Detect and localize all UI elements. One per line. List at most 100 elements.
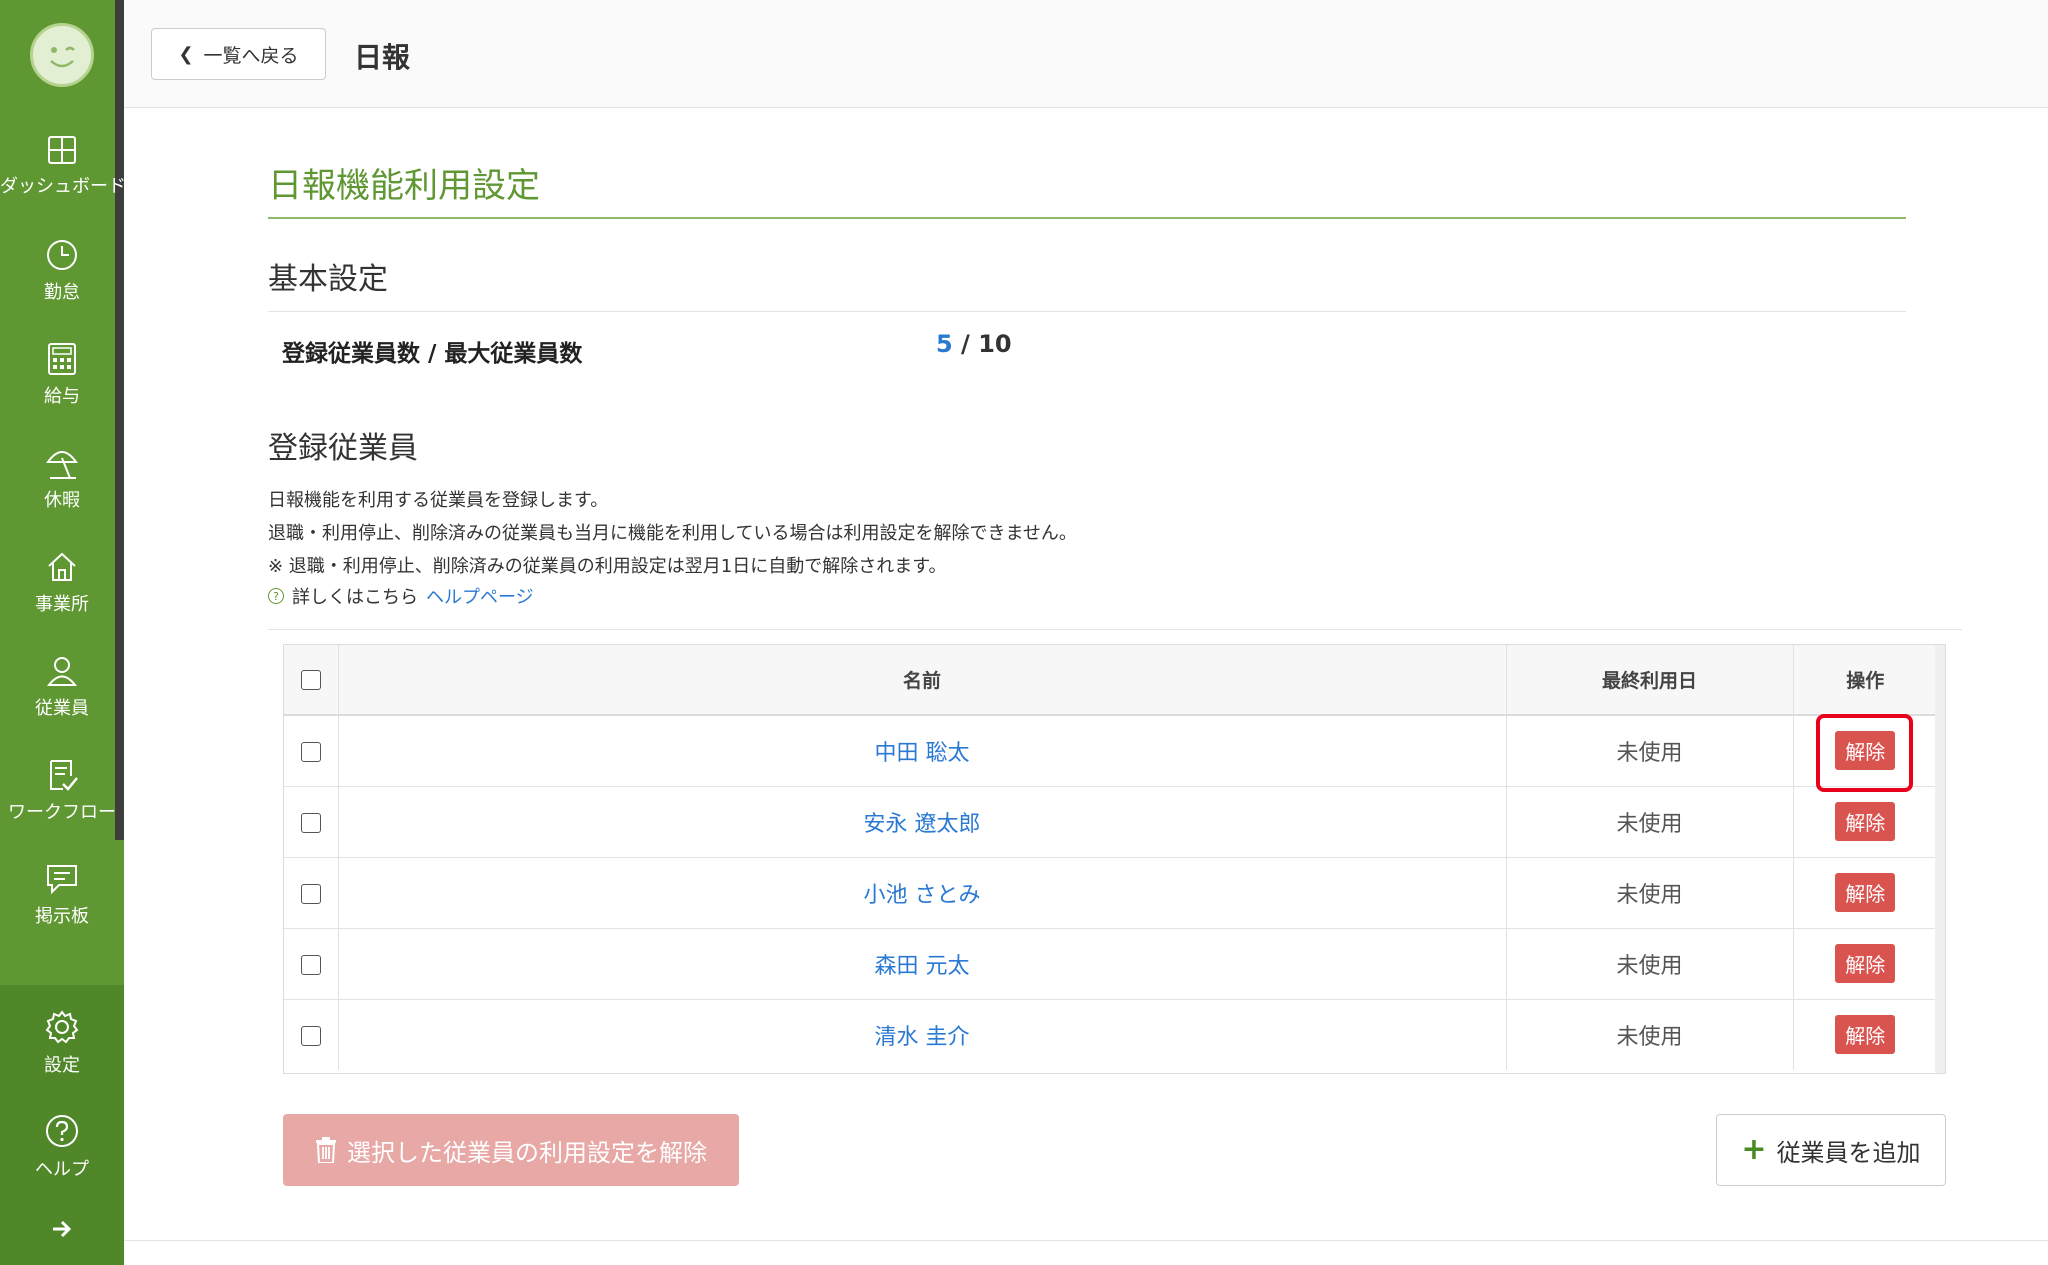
sidebar-item-settings[interactable]: 設定 (0, 1009, 124, 1077)
sidebar-item-board[interactable]: 掲示板 (0, 862, 124, 928)
last-used-value: 未使用 (1616, 1024, 1683, 1050)
back-to-list-button[interactable]: ❮ 一覧へ戻る (151, 28, 326, 80)
chat-icon (47, 865, 77, 895)
arrow-right-icon (53, 1220, 72, 1238)
header-title: 日報 (354, 41, 411, 74)
action-cell: 解除 (1793, 999, 1937, 1070)
row-checkbox[interactable] (300, 1026, 321, 1047)
employee-name-link[interactable]: 小池 さとみ (864, 883, 981, 908)
last-used-value: 未使用 (1616, 953, 1683, 979)
header-name: 名前 (338, 645, 1507, 716)
gear-icon (45, 1010, 79, 1044)
registered-employees-title: 登録従業員 (268, 431, 418, 466)
help-page-link[interactable]: ヘルプページ (426, 583, 534, 609)
table-row: 清水 圭介 未使用 解除 (284, 999, 1937, 1070)
row-select-cell (284, 715, 339, 787)
row-select-cell (284, 928, 339, 1000)
sidebar-item-payroll[interactable]: 給与 (0, 342, 124, 408)
sidebar-item-label: ワークフロー (8, 802, 116, 823)
employee-name-link[interactable]: 清水 圭介 (875, 1025, 970, 1050)
sidebar-item-label: 勤怠 (44, 282, 80, 303)
highlight-annotation (1816, 714, 1913, 792)
row-checkbox[interactable] (300, 742, 321, 763)
employee-table: 名前 最終利用日 操作 中田 聡太 未使用 解除 安永 遼太郎 未使用 解除 小… (283, 644, 1946, 1074)
remove-button[interactable]: 解除 (1835, 1015, 1896, 1055)
table-header-row: 名前 最終利用日 操作 (284, 645, 1937, 716)
row-checkbox[interactable] (300, 884, 321, 904)
employee-name-link[interactable]: 森田 元太 (875, 954, 970, 979)
page-header: ❮ 一覧へ戻る 日報 (124, 0, 2048, 108)
name-cell: 小池 さとみ (338, 857, 1507, 929)
sidebar-item-help[interactable]: ヘルプ (0, 1113, 124, 1181)
row-select-cell (284, 999, 339, 1070)
header-select-all[interactable] (284, 645, 339, 716)
table-scrollbar[interactable] (1935, 645, 1945, 1073)
table-row: 森田 元太 未使用 解除 (284, 928, 1937, 1000)
calculator-icon (48, 343, 76, 375)
employee-count-current: 5 (936, 330, 953, 358)
sidebar-item-office[interactable]: 事業所 (0, 550, 124, 616)
divider (268, 311, 1906, 312)
description-line-3: ※ 退職・利用停止、削除済みの従業員の利用設定は翌月1日に自動で解除されます。 (268, 556, 947, 577)
help-prefix: 詳しくはこちら (292, 587, 418, 608)
clock-icon (47, 240, 77, 270)
add-employee-button[interactable]: + 従業員を追加 (1716, 1114, 1946, 1186)
name-cell: 安永 遼太郎 (338, 786, 1507, 858)
sidebar-item-leave[interactable]: 休暇 (0, 446, 124, 512)
last-used-cell: 未使用 (1506, 928, 1794, 1000)
employee-count-label: 登録従業員数 / 最大従業員数 (282, 341, 583, 367)
employee-name-link[interactable]: 中田 聡太 (875, 741, 970, 766)
employee-name-link[interactable]: 安永 遼太郎 (864, 812, 981, 837)
sidebar-item-label: 設定 (44, 1055, 80, 1076)
row-checkbox[interactable] (300, 813, 321, 833)
remove-button[interactable]: 解除 (1835, 944, 1896, 983)
last-used-value: 未使用 (1616, 740, 1683, 766)
remove-button[interactable]: 解除 (1835, 873, 1896, 912)
sidebar-item-workflow[interactable]: ワークフロー (0, 758, 124, 824)
sidebar-item-label: 給与 (44, 386, 80, 407)
dashboard-icon (48, 136, 76, 164)
last-used-cell: 未使用 (1506, 999, 1794, 1070)
employee-count-max: 10 (978, 330, 1012, 358)
home-icon (48, 552, 76, 581)
table-row: 中田 聡太 未使用 解除 (284, 715, 1937, 787)
action-cell: 解除 (1793, 928, 1937, 1000)
sidebar-item-dashboard[interactable]: ダッシュボード (0, 134, 126, 198)
last-used-cell: 未使用 (1506, 715, 1794, 787)
description-line-2: 退職・利用停止、削除済みの従業員も当月に機能を利用している場合は利用設定を解除で… (268, 523, 1077, 544)
sidebar-expand-button[interactable] (0, 1219, 124, 1245)
document-check-icon (50, 760, 78, 791)
sidebar-item-attendance[interactable]: 勤怠 (0, 238, 124, 304)
row-checkbox[interactable] (300, 955, 321, 975)
back-button-label: 一覧へ戻る (203, 44, 299, 67)
select-all-checkbox[interactable] (300, 670, 321, 690)
bulk-remove-button[interactable]: 選択した従業員の利用設定を解除 (283, 1114, 739, 1186)
row-select-cell (284, 857, 339, 929)
table-row: 小池 さとみ 未使用 解除 (284, 857, 1937, 929)
page-title: 日報機能利用設定 (268, 166, 540, 206)
last-used-cell: 未使用 (1506, 786, 1794, 858)
help-icon (46, 1115, 78, 1147)
bulk-remove-label: 選択した従業員の利用設定を解除 (347, 1138, 707, 1167)
last-used-value: 未使用 (1616, 882, 1683, 908)
sidebar-item-label: 従業員 (35, 698, 89, 719)
sidebar-item-label: 休暇 (44, 490, 80, 511)
name-cell: 中田 聡太 (338, 715, 1507, 787)
basic-settings-title: 基本設定 (268, 262, 388, 297)
sidebar-item-label: ダッシュボード (0, 176, 126, 197)
parasol-icon (46, 451, 78, 479)
sidebar-item-employees[interactable]: 従業員 (0, 654, 124, 720)
table-row: 安永 遼太郎 未使用 解除 (284, 786, 1937, 858)
sidebar-item-label: 事業所 (35, 594, 89, 615)
title-divider (268, 217, 1906, 219)
header-last-used: 最終利用日 (1506, 645, 1794, 716)
row-select-cell (284, 786, 339, 858)
action-cell: 解除 (1793, 857, 1937, 929)
name-cell: 清水 圭介 (338, 999, 1507, 1070)
sidebar-item-label: 掲示板 (35, 906, 89, 927)
last-used-value: 未使用 (1616, 811, 1683, 837)
action-cell: 解除 (1793, 786, 1937, 858)
logo-icon[interactable] (30, 23, 94, 87)
last-used-cell: 未使用 (1506, 857, 1794, 929)
remove-button[interactable]: 解除 (1835, 802, 1896, 841)
